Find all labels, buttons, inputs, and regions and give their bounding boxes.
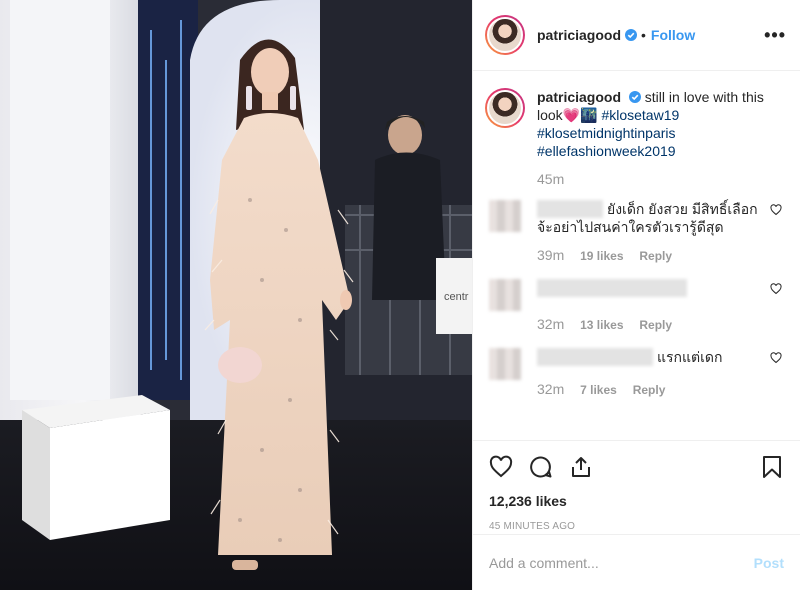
verified-badge-icon (625, 29, 638, 41)
comment-avatar-blurred[interactable] (489, 200, 521, 232)
username-link[interactable]: patriciagood (537, 27, 621, 43)
blurred-comment-content (537, 279, 687, 297)
comment-icon[interactable] (529, 455, 553, 479)
comment-meta: 32m 7 likes Reply (537, 380, 759, 399)
comment-timestamp[interactable]: 39m (537, 247, 564, 263)
photo-sign-text: centr (444, 291, 469, 303)
comment-likes[interactable]: 19 likes (580, 249, 623, 263)
likes-count[interactable]: 12,236 likes (489, 493, 784, 509)
avatar-image (487, 17, 523, 53)
comment-body: 32m 13 likes Reply (537, 279, 759, 334)
heart-icon[interactable] (489, 455, 513, 479)
comment-avatar-blurred[interactable] (489, 279, 521, 311)
post-timestamp[interactable]: 45 MINUTES AGO (489, 521, 784, 532)
avatar[interactable] (485, 15, 525, 55)
comment-timestamp[interactable]: 32m (537, 381, 564, 397)
action-bar (489, 453, 784, 481)
hashtag-link[interactable]: #klosetmidnightinparis (537, 125, 676, 141)
caption-body: patriciagood still in love with this loo… (537, 88, 777, 188)
comment-composer: Post (473, 534, 800, 590)
comment-like-heart-icon[interactable] (770, 283, 782, 295)
reply-button[interactable]: Reply (639, 249, 672, 263)
verified-badge-icon (628, 91, 641, 103)
bookmark-icon[interactable] (760, 455, 784, 479)
comment-meta: 32m 13 likes Reply (537, 315, 759, 334)
comment-item: 32m 13 likes Reply (485, 279, 784, 334)
hashtag-link[interactable]: #klosetaw19 (601, 107, 679, 123)
comment-body: แรกแต่เดก 32m 7 likes Reply (537, 348, 759, 399)
post-comment-button[interactable]: Post (754, 555, 784, 571)
comment-text: แรกแต่เดก (657, 349, 723, 365)
comment-like-heart-icon[interactable] (770, 352, 782, 364)
comment-meta: 39m 19 likes Reply (537, 246, 759, 265)
follow-button[interactable]: Follow (651, 27, 695, 43)
reply-button[interactable]: Reply (639, 318, 672, 332)
blurred-username[interactable] (537, 348, 653, 366)
blurred-username[interactable] (537, 200, 603, 218)
reply-button[interactable]: Reply (633, 383, 666, 397)
caption-avatar[interactable] (485, 88, 525, 128)
comment-item: ยังเด็ก ยังสวย มีสิทธิ์เลือก จ้ะอย่าไปสน… (485, 200, 784, 265)
post-actions: 12,236 likes 45 MINUTES AGO (473, 440, 800, 532)
post-header: patriciagood • Follow ••• (473, 0, 800, 71)
comment-likes[interactable]: 13 likes (580, 318, 623, 332)
post-caption: patriciagood still in love with this loo… (485, 88, 784, 188)
comment-input[interactable] (489, 554, 754, 571)
avatar-image (487, 90, 523, 126)
post-details-panel: patriciagood • Follow ••• patriciagood s… (472, 0, 800, 590)
comment-likes[interactable]: 7 likes (580, 383, 617, 397)
post-photo[interactable]: centr (0, 0, 472, 590)
comment-like-heart-icon[interactable] (770, 204, 782, 216)
more-options-icon[interactable]: ••• (764, 26, 786, 44)
comments-list[interactable]: patriciagood still in love with this loo… (473, 72, 800, 440)
caption-timestamp[interactable]: 45m (537, 170, 777, 188)
photo-illustration: centr (0, 0, 472, 590)
share-icon[interactable] (569, 455, 593, 479)
separator-dot: • (641, 27, 646, 43)
hashtag-link[interactable]: #ellefashionweek2019 (537, 143, 676, 159)
comment-timestamp[interactable]: 32m (537, 316, 564, 332)
comment-avatar-blurred[interactable] (489, 348, 521, 380)
caption-username[interactable]: patriciagood (537, 89, 621, 105)
comment-item: แรกแต่เดก 32m 7 likes Reply (485, 348, 784, 399)
comment-body: ยังเด็ก ยังสวย มีสิทธิ์เลือก จ้ะอย่าไปสน… (537, 200, 759, 265)
